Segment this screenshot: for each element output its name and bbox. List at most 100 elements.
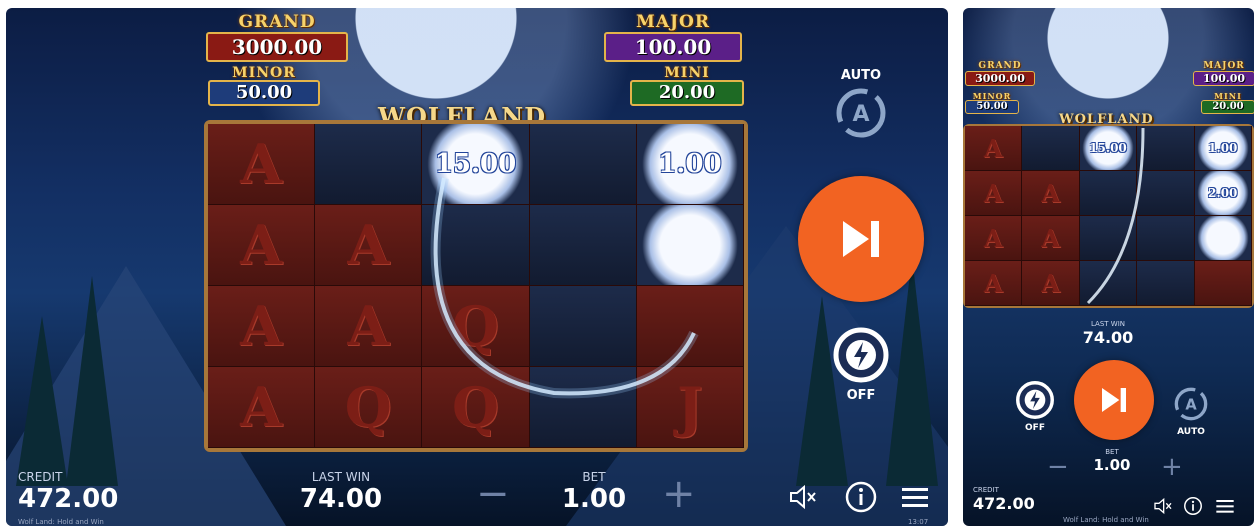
jackpot-grand-label: GRAND [238,12,316,32]
portrait-bet-display: BET 1.00 [1077,448,1147,474]
jackpot-mini-label: MINI [664,65,710,81]
portrait-footer-game-name: Wolf Land: Hold and Win [1063,516,1149,524]
portrait-jackpot-grand: GRAND 3000.00 [965,62,1035,86]
auto-button[interactable]: AUTO A [826,68,896,147]
portrait-symbol [1079,216,1138,261]
jackpot-minor: MINOR 50.00 [208,66,320,106]
portrait-mute-icon[interactable] [1153,496,1173,516]
info-icon[interactable] [844,480,878,514]
turbo-icon [833,327,889,383]
portrait-jackpot-minor-label: MINOR [972,91,1012,101]
portrait-jackpot-mini-label: MINI [1214,91,1242,101]
svg-text:A: A [852,102,869,127]
portrait-moon-coin: 15.00 [1079,126,1138,171]
portrait-last-win-label: LAST WIN [1090,320,1125,328]
jackpot-mini: MINI 20.00 [630,66,744,106]
bet-value: 1.00 [561,484,627,514]
letter-symbol: Q [422,286,530,367]
letter-symbol: J [636,367,744,448]
portrait-bet-value: 1.00 [1093,456,1131,474]
wolf-symbol [315,124,423,205]
portrait-jackpot-major: MAJOR 100.00 [1193,62,1254,86]
portrait-turbo-button[interactable]: OFF [1013,380,1057,433]
portrait-info-icon[interactable] [1183,496,1203,516]
moon-coin-value: 15.00 [434,149,517,179]
jackpot-grand: GRAND 3000.00 [206,12,348,62]
jackpot-mini-value: 20.00 [630,80,744,106]
portrait-spin-icon [1102,388,1126,412]
jackpot-grand-value: 3000.00 [206,32,348,62]
portrait-symbol: A [1022,216,1080,261]
jackpot-major-value: 100.00 [604,32,742,62]
portrait-symbol [1137,216,1195,261]
portrait-symbol: A [965,171,1023,216]
portrait-symbol: A [965,261,1023,306]
jackpot-minor-value: 50.00 [208,80,320,106]
footer-time: 13:07 [908,518,929,526]
bet-display: BET 1.00 [554,470,634,514]
portrait-jackpot-minor-value: 50.00 [965,100,1019,114]
portrait-symbol [1137,261,1195,306]
turbo-label: OFF [846,388,876,403]
portrait-symbol [1079,261,1138,306]
portrait-symbol: A [1022,261,1080,306]
spin-button[interactable] [798,176,924,302]
portrait-auto-button[interactable]: A AUTO [1169,384,1213,437]
turbo-button[interactable]: OFF [828,326,894,403]
last-win-display: LAST WIN 74.00 [296,470,386,514]
bet-label: BET [582,470,606,484]
empty-symbol [636,286,744,367]
moon-coin [636,205,744,286]
auto-label: AUTO [840,68,882,83]
svg-text:A: A [1185,396,1197,413]
deer-symbol [529,286,637,367]
portrait-moon-coin: 1.00 [1194,126,1252,171]
portrait-credit-label: CREDIT [973,486,999,494]
mute-icon[interactable] [788,482,818,512]
portrait-symbol [1079,171,1138,216]
portrait-moon-value: 2.00 [1208,186,1238,200]
moon-coin: 15.00 [422,124,530,205]
letter-symbol: A [208,124,316,205]
landscape-view: GRAND 3000.00 MINOR 50.00 MAJOR 100.00 M… [6,8,948,526]
letter-symbol: A [208,205,316,286]
portrait-symbol [1137,171,1195,216]
bet-decrease-button[interactable]: − [476,474,510,514]
portrait-menu-icon[interactable] [1215,496,1235,516]
menu-icon[interactable] [900,482,930,512]
wolf-symbol [422,205,530,286]
portrait-last-win-value: 74.00 [1082,328,1134,347]
portrait-symbol: A [1022,171,1080,216]
portrait-jackpot-mini: MINI 20.00 [1201,92,1254,114]
portrait-jackpot-minor: MINOR 50.00 [965,92,1019,114]
letter-symbol: Q [315,367,423,448]
last-win-value: 74.00 [299,484,383,514]
portrait-auto-icon: A [1174,387,1208,421]
portrait-credit-value: 472.00 [973,494,1035,513]
portrait-symbol [1022,126,1080,171]
deer-symbol [529,367,637,448]
portrait-bet-increase-button[interactable]: + [1161,454,1183,480]
deer-symbol [529,205,637,286]
moon-coin: 1.00 [636,124,744,205]
portrait-jackpot-major-value: 100.00 [1193,71,1254,86]
portrait-spin-button[interactable] [1074,360,1154,440]
letter-symbol: A [315,205,423,286]
credit-label: CREDIT [18,470,63,484]
portrait-moon-coin: 2.00 [1194,171,1252,216]
portrait-bet-decrease-button[interactable]: − [1047,454,1069,480]
pine-tree [16,316,68,486]
pine-tree [66,276,118,486]
spin-icon [843,221,879,257]
jackpot-major: MAJOR 100.00 [604,12,742,62]
last-win-label: LAST WIN [311,470,371,484]
portrait-auto-label: AUTO [1177,427,1205,437]
jackpot-major-label: MAJOR [636,12,710,32]
reel-grid: A 15.00 1.00 A A A A Q A Q Q J [204,120,748,452]
bet-increase-button[interactable]: + [662,474,696,514]
portrait-moon-value: 1.00 [1208,141,1238,155]
wolf-symbol [529,124,637,205]
auto-icon: A [836,88,886,138]
portrait-jackpot-major-label: MAJOR [1203,61,1245,71]
portrait-reel-grid: A 15.00 1.00 A A 2.00 A A A A [963,124,1254,308]
